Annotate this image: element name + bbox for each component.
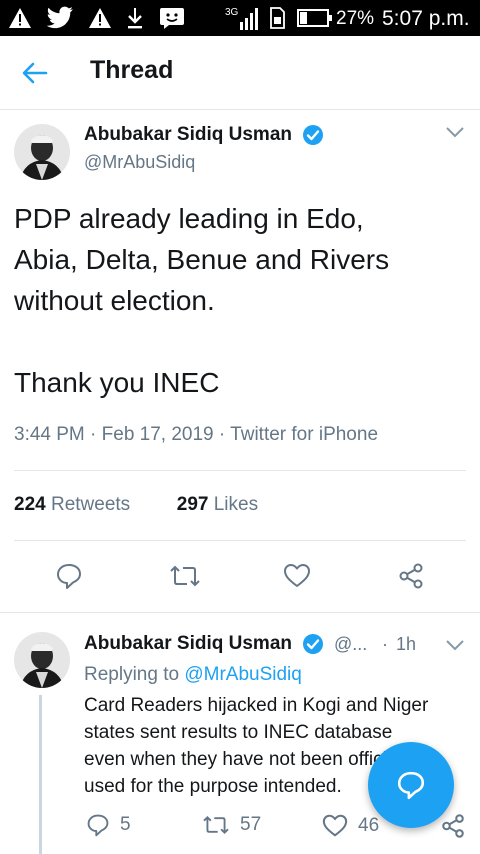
reply-author-avatar[interactable] <box>14 632 70 688</box>
like-heart-icon <box>322 814 348 837</box>
tweet-text-line: Abia, Delta, Benue and Rivers <box>14 244 390 275</box>
likes-label[interactable]: Likes <box>214 494 258 515</box>
tweet-meta: 3:44 PM · Feb 17, 2019 · Twitter for iPh… <box>14 424 379 445</box>
share-icon[interactable] <box>440 813 466 839</box>
chevron-down-icon[interactable] <box>444 124 466 145</box>
share-icon[interactable] <box>397 562 425 590</box>
thread-line <box>39 695 42 854</box>
like-heart-icon[interactable] <box>283 562 311 590</box>
download-icon <box>122 5 148 31</box>
replying-to-label: Replying to <box>84 664 180 685</box>
chevron-down-icon[interactable] <box>444 637 466 658</box>
replying-to: Replying to @MrAbuSidiq <box>84 664 302 686</box>
retweet-icon[interactable] <box>169 562 201 590</box>
page-title: Thread <box>90 56 174 84</box>
compose-reply-button[interactable] <box>368 742 454 828</box>
reply-text-line: Card Readers hijacked in Kogi and Niger <box>84 695 429 716</box>
warning-icon-2 <box>86 5 114 31</box>
author-handle[interactable]: @MrAbuSidiq <box>84 152 195 173</box>
reply-time: 1h <box>396 634 417 654</box>
reply-icon <box>87 814 109 837</box>
header-bar: Thread <box>0 36 480 110</box>
messenger-icon <box>156 5 188 31</box>
clock: 5:07 p.m. <box>382 7 470 30</box>
tweet-text: PDP already leading in Edo, Abia, Delta,… <box>14 198 469 403</box>
divider <box>14 470 466 471</box>
tweet-text-line: PDP already leading in Edo, <box>14 203 364 234</box>
network-type: 3G <box>225 7 239 18</box>
warning-icon <box>6 5 34 31</box>
like-action[interactable]: 46 <box>322 813 379 839</box>
replying-to-handle[interactable]: @MrAbuSidiq <box>184 664 302 685</box>
verified-badge-icon <box>302 633 324 660</box>
battery-icon <box>296 5 334 31</box>
author-avatar[interactable] <box>14 124 70 180</box>
divider <box>14 540 466 541</box>
reply-author-name[interactable]: Abubakar Sidiq Usman <box>84 633 292 655</box>
reply-bubble-icon <box>397 771 425 800</box>
reply-action[interactable]: 5 <box>86 813 131 837</box>
reply-author-handle[interactable]: @... <box>334 634 367 655</box>
battery-percent: 27% <box>336 8 375 29</box>
author-name[interactable]: Abubakar Sidiq Usman <box>84 124 292 146</box>
status-bar: 3G 27% 5:07 p.m. <box>0 0 480 36</box>
retweets-label[interactable]: Retweets <box>51 494 130 515</box>
reply-icon[interactable] <box>55 562 83 590</box>
retweet-count: 57 <box>240 814 262 835</box>
tweet-text-line: Thank you INEC <box>14 367 220 398</box>
back-arrow-icon[interactable] <box>20 58 50 88</box>
signal-icon: 3G <box>225 5 259 31</box>
likes-count[interactable]: 297 <box>177 494 209 515</box>
sim-card-icon <box>266 5 288 31</box>
verified-badge-icon <box>302 124 324 151</box>
tweet-text-line: without election. <box>14 285 215 316</box>
like-count: 46 <box>358 815 380 836</box>
twitter-bird-icon <box>42 5 78 31</box>
time-separator: · <box>382 634 388 654</box>
retweet-icon <box>203 815 229 835</box>
retweet-action[interactable]: 57 <box>202 813 261 837</box>
tweet-stats: 224 Retweets 297 Likes <box>14 494 258 516</box>
reply-count: 5 <box>120 814 131 835</box>
retweets-count[interactable]: 224 <box>14 494 46 515</box>
